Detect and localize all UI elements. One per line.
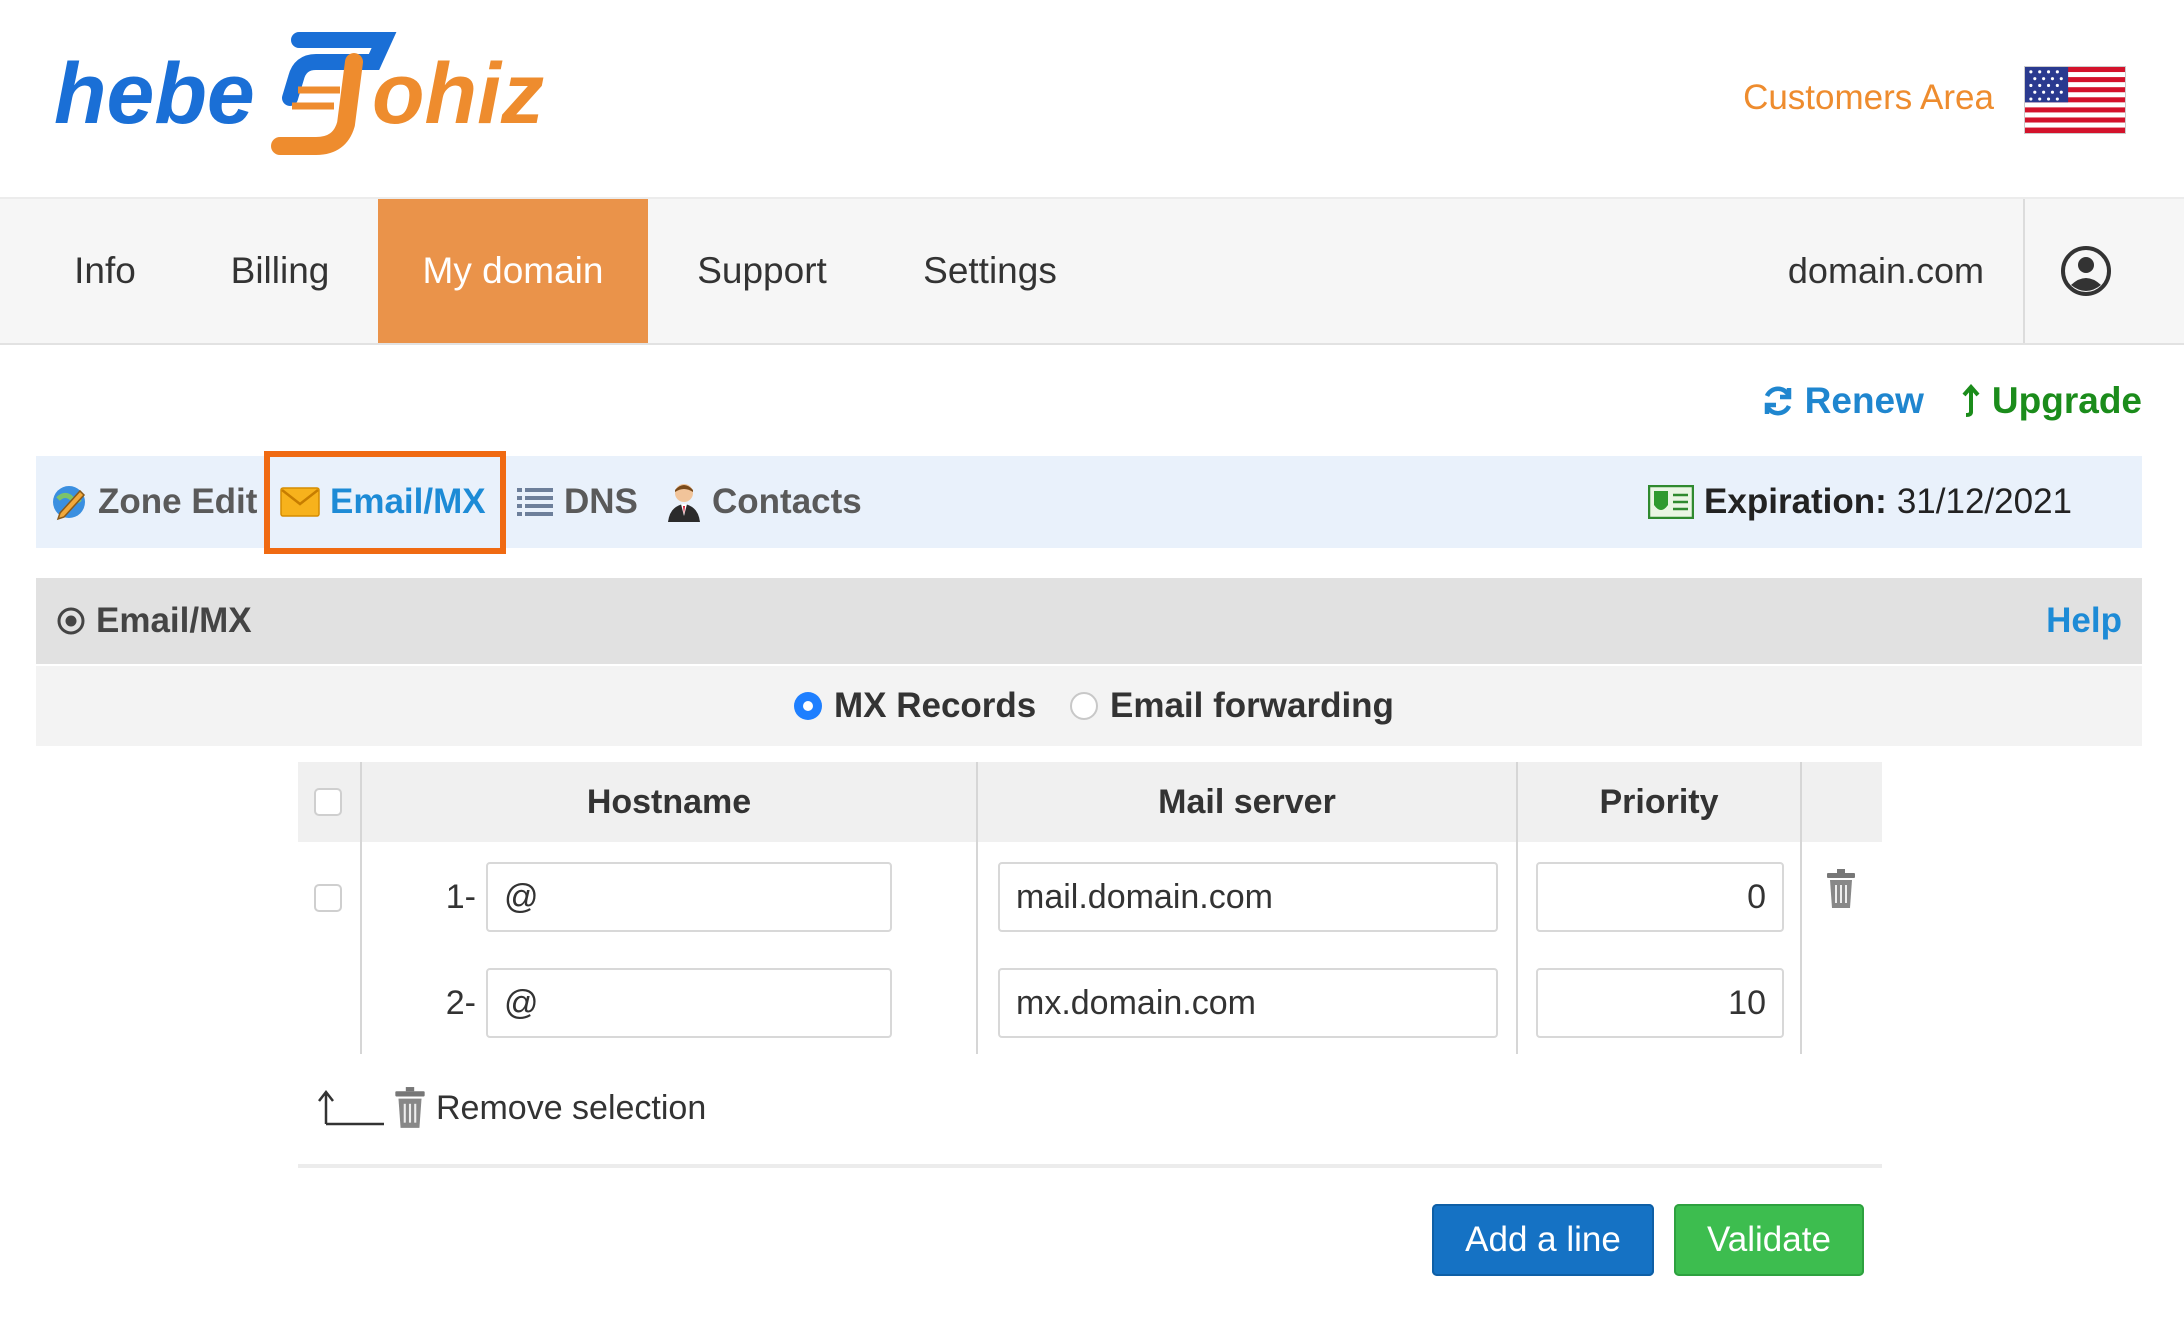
nav-item-support[interactable]: Support <box>672 199 852 343</box>
target-circle-icon <box>57 607 85 635</box>
remove-selection-label: Remove selection <box>436 1088 707 1127</box>
radio-unselected-icon[interactable] <box>1070 692 1098 720</box>
upgrade-link[interactable]: Upgrade <box>1960 380 2142 422</box>
row-number: 1- <box>445 878 476 916</box>
column-divider <box>1516 762 1518 1054</box>
main-nav: Info Billing My domain Support Settings … <box>0 197 2184 345</box>
section-title-text: Email/MX <box>96 601 252 640</box>
column-divider <box>360 762 362 1054</box>
tab-dns-label: DNS <box>564 482 638 521</box>
section-header: Email/MX Help <box>36 578 2142 664</box>
trash-icon <box>395 1087 425 1128</box>
nav-item-info[interactable]: Info <box>40 199 170 343</box>
radio-mx-records-label: MX Records <box>834 686 1037 725</box>
nav-item-settings[interactable]: Settings <box>900 199 1080 343</box>
nav-item-my-domain[interactable]: My domain <box>378 199 648 343</box>
row-number: 2- <box>445 984 476 1022</box>
column-divider <box>976 762 978 1054</box>
trash-icon[interactable] <box>1826 868 1856 910</box>
column-header-priority: Priority <box>1599 782 1719 821</box>
active-tab-highlight <box>264 451 506 554</box>
help-link[interactable]: Help <box>2046 601 2122 641</box>
renew-link[interactable]: Renew <box>1761 380 1924 422</box>
priority-input[interactable] <box>1536 968 1784 1038</box>
upgrade-label: Upgrade <box>1991 380 2142 421</box>
add-line-button[interactable]: Add a line <box>1432 1204 1654 1276</box>
row-checkbox[interactable] <box>314 884 342 912</box>
expiration-info: Expiration: 31/12/2021 <box>1648 456 2072 548</box>
logo-text-right: ohiz <box>372 46 544 142</box>
tab-contacts[interactable]: Contacts <box>666 456 862 548</box>
zone-edit-icon <box>53 486 86 521</box>
hostname-input[interactable] <box>486 968 892 1038</box>
logo-text-left: hebe <box>54 46 255 142</box>
tab-zone-edit-label: Zone Edit <box>98 482 258 521</box>
radio-selected-icon[interactable] <box>794 692 822 720</box>
table-footer-divider <box>298 1164 1882 1168</box>
select-all-checkbox[interactable] <box>314 788 342 816</box>
site-header: hebe ohiz Customers Area <box>0 0 2184 197</box>
domain-selector[interactable]: domain.com <box>1788 199 1984 343</box>
us-flag-icon[interactable] <box>2024 66 2126 134</box>
tab-contacts-label: Contacts <box>712 482 862 521</box>
table-header: Hostname Mail server Priority <box>298 762 1882 842</box>
radio-email-forwarding[interactable]: Email forwarding <box>1070 666 1394 746</box>
validate-button[interactable]: Validate <box>1674 1204 1864 1276</box>
expiration-date: 31/12/2021 <box>1896 482 2072 521</box>
expiration-label: Expiration: <box>1704 482 1887 521</box>
hostname-input[interactable] <box>486 862 892 932</box>
radio-email-forwarding-label: Email forwarding <box>1110 686 1394 725</box>
tab-dns[interactable]: DNS <box>516 456 638 548</box>
nav-item-billing[interactable]: Billing <box>200 199 360 343</box>
column-divider <box>1800 762 1802 1054</box>
tab-zone-edit[interactable]: Zone Edit <box>50 456 257 548</box>
renew-label: Renew <box>1804 380 1924 421</box>
mail-server-input[interactable] <box>998 862 1498 932</box>
user-circle-icon[interactable] <box>2060 245 2112 297</box>
hebergeur-logo[interactable]: hebe ohiz <box>54 28 564 158</box>
person-icon <box>668 484 700 522</box>
mail-server-input[interactable] <box>998 968 1498 1038</box>
record-type-selector: MX Records Email forwarding <box>36 666 2142 746</box>
section-title: Email/MX <box>56 601 252 641</box>
radio-mx-records[interactable]: MX Records <box>794 666 1036 746</box>
column-header-mail-server: Mail server <box>1158 782 1336 821</box>
customers-area-link[interactable]: Customers Area <box>1743 78 1994 118</box>
certificate-icon <box>1648 485 1695 519</box>
domain-actions: Renew Upgrade <box>1761 380 2142 422</box>
arrow-up-icon <box>1962 384 1980 417</box>
nav-divider <box>2023 199 2025 343</box>
corner-arrow-icon <box>318 1089 384 1126</box>
column-header-hostname: Hostname <box>586 782 752 821</box>
remove-selection-action[interactable]: Remove selection <box>318 1086 706 1130</box>
priority-input[interactable] <box>1536 862 1784 932</box>
list-icon <box>517 488 553 516</box>
refresh-icon <box>1764 386 1791 416</box>
